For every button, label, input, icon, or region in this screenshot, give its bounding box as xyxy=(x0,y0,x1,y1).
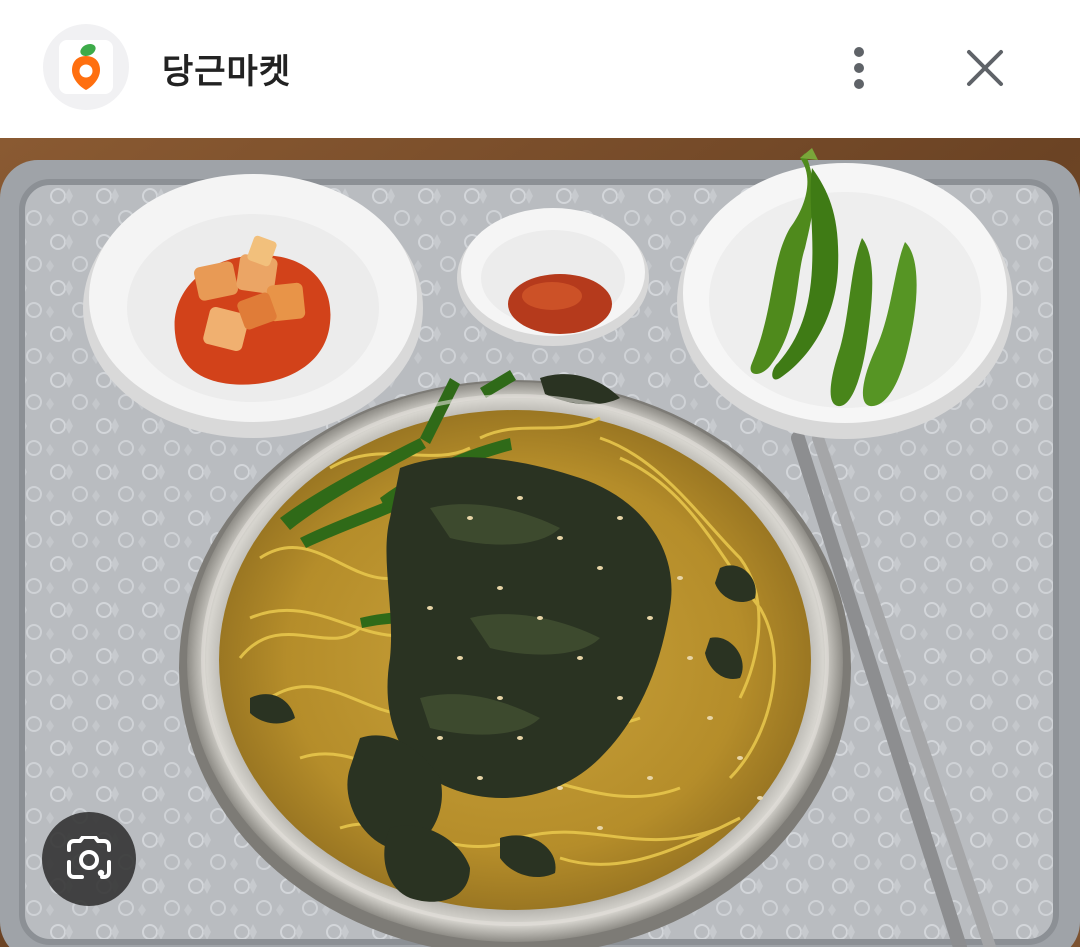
app-title: 당근마켓 xyxy=(162,52,292,92)
carrot-logo-icon xyxy=(72,43,100,90)
more-vertical-icon xyxy=(854,47,864,89)
lens-search-button[interactable] xyxy=(42,812,136,906)
food-photo[interactable] xyxy=(0,138,1080,947)
close-button[interactable] xyxy=(962,45,1008,91)
app-logo[interactable] xyxy=(43,24,129,110)
app-header: 당근마켓 xyxy=(0,0,1080,138)
food-photo-illustration xyxy=(0,138,1080,947)
more-options-button[interactable] xyxy=(838,44,880,92)
lens-search-icon xyxy=(67,836,111,879)
close-icon xyxy=(967,50,1003,86)
logo-tile xyxy=(59,40,113,94)
